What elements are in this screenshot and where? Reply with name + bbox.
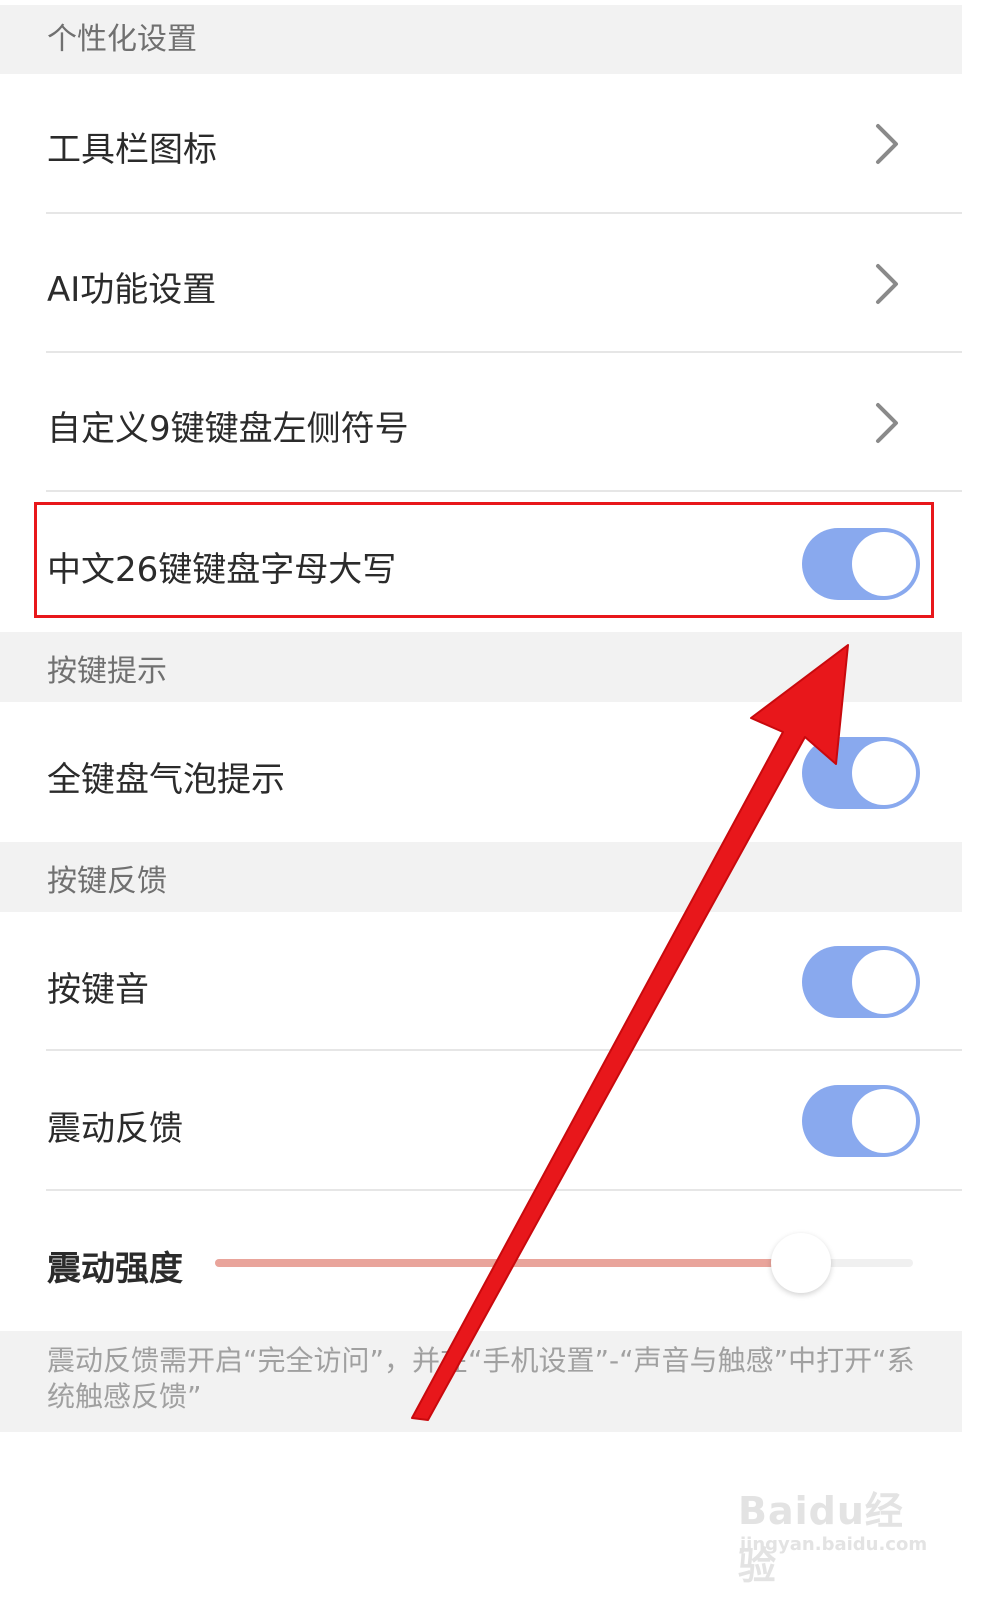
annotation-arrow xyxy=(411,644,849,1421)
watermark-sub: jingyan.baidu.com xyxy=(740,1534,928,1555)
baidu-jingyan-watermark: Baidu经验 jingyan.baidu.com xyxy=(738,1462,938,1588)
